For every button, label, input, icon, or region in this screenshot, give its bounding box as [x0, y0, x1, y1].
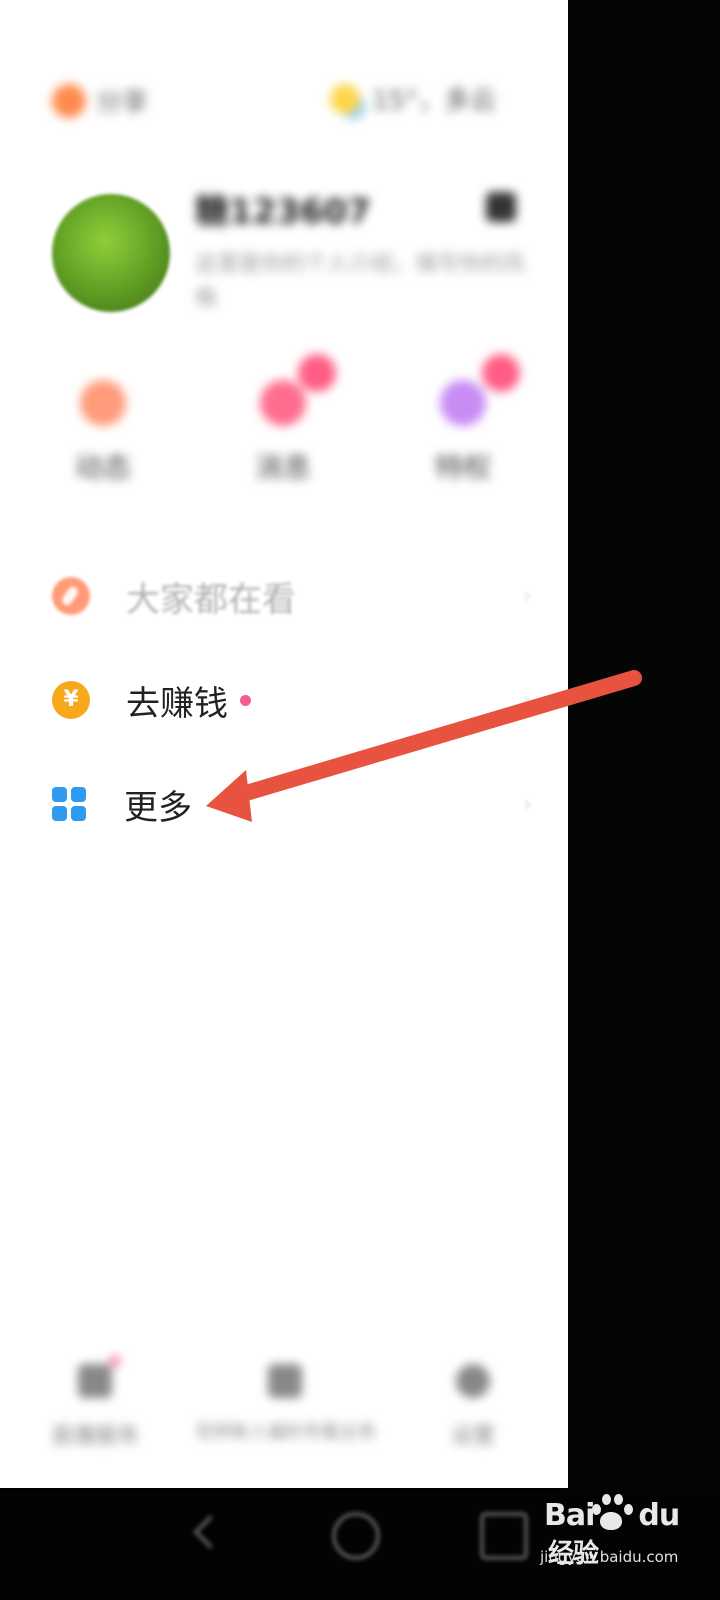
baidu-jingyan-watermark: Bai du经验 jingyan.baidu.com	[540, 1488, 680, 1588]
phone-screen: 分享 15°，多云 糖123607 这里是你的个人介绍，填写你的风格 动态 消息…	[0, 0, 720, 1600]
arrow-shaft	[228, 670, 642, 804]
arrow-head	[206, 770, 252, 822]
annotation-arrow	[206, 670, 642, 822]
logo-text-left: Bai	[544, 1498, 595, 1533]
baidu-paw-icon	[588, 1492, 633, 1532]
logo-text-right: du	[638, 1498, 680, 1533]
watermark-url: jingyan.baidu.com	[540, 1548, 679, 1566]
